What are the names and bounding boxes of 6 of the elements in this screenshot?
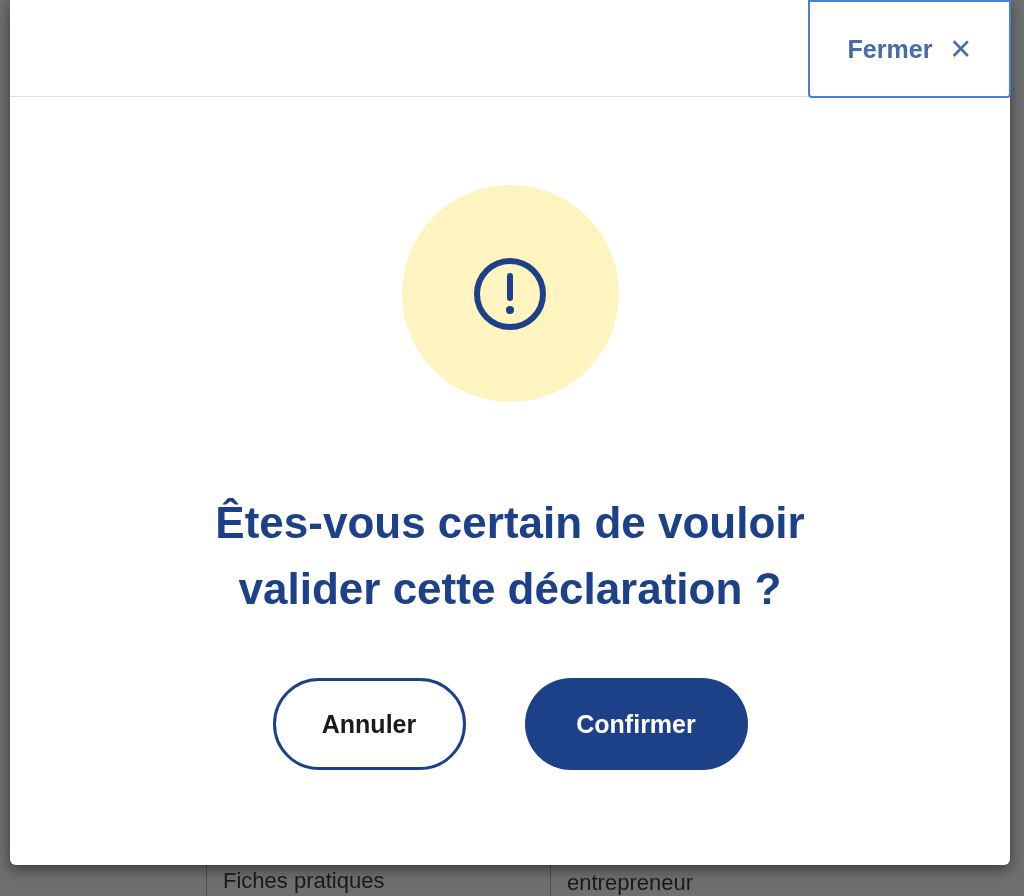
confirm-button[interactable]: Confirmer [524, 678, 748, 770]
dialog-title: Êtes-vous certain de vouloir valider cette déclaration ? [214, 497, 806, 615]
close-button[interactable]: Fermer × [808, 0, 1011, 98]
table-cell: Fiches pratiques [223, 869, 385, 894]
table-cell: entrepreneur [567, 870, 693, 895]
cancel-button[interactable]: Annuler [272, 678, 466, 770]
